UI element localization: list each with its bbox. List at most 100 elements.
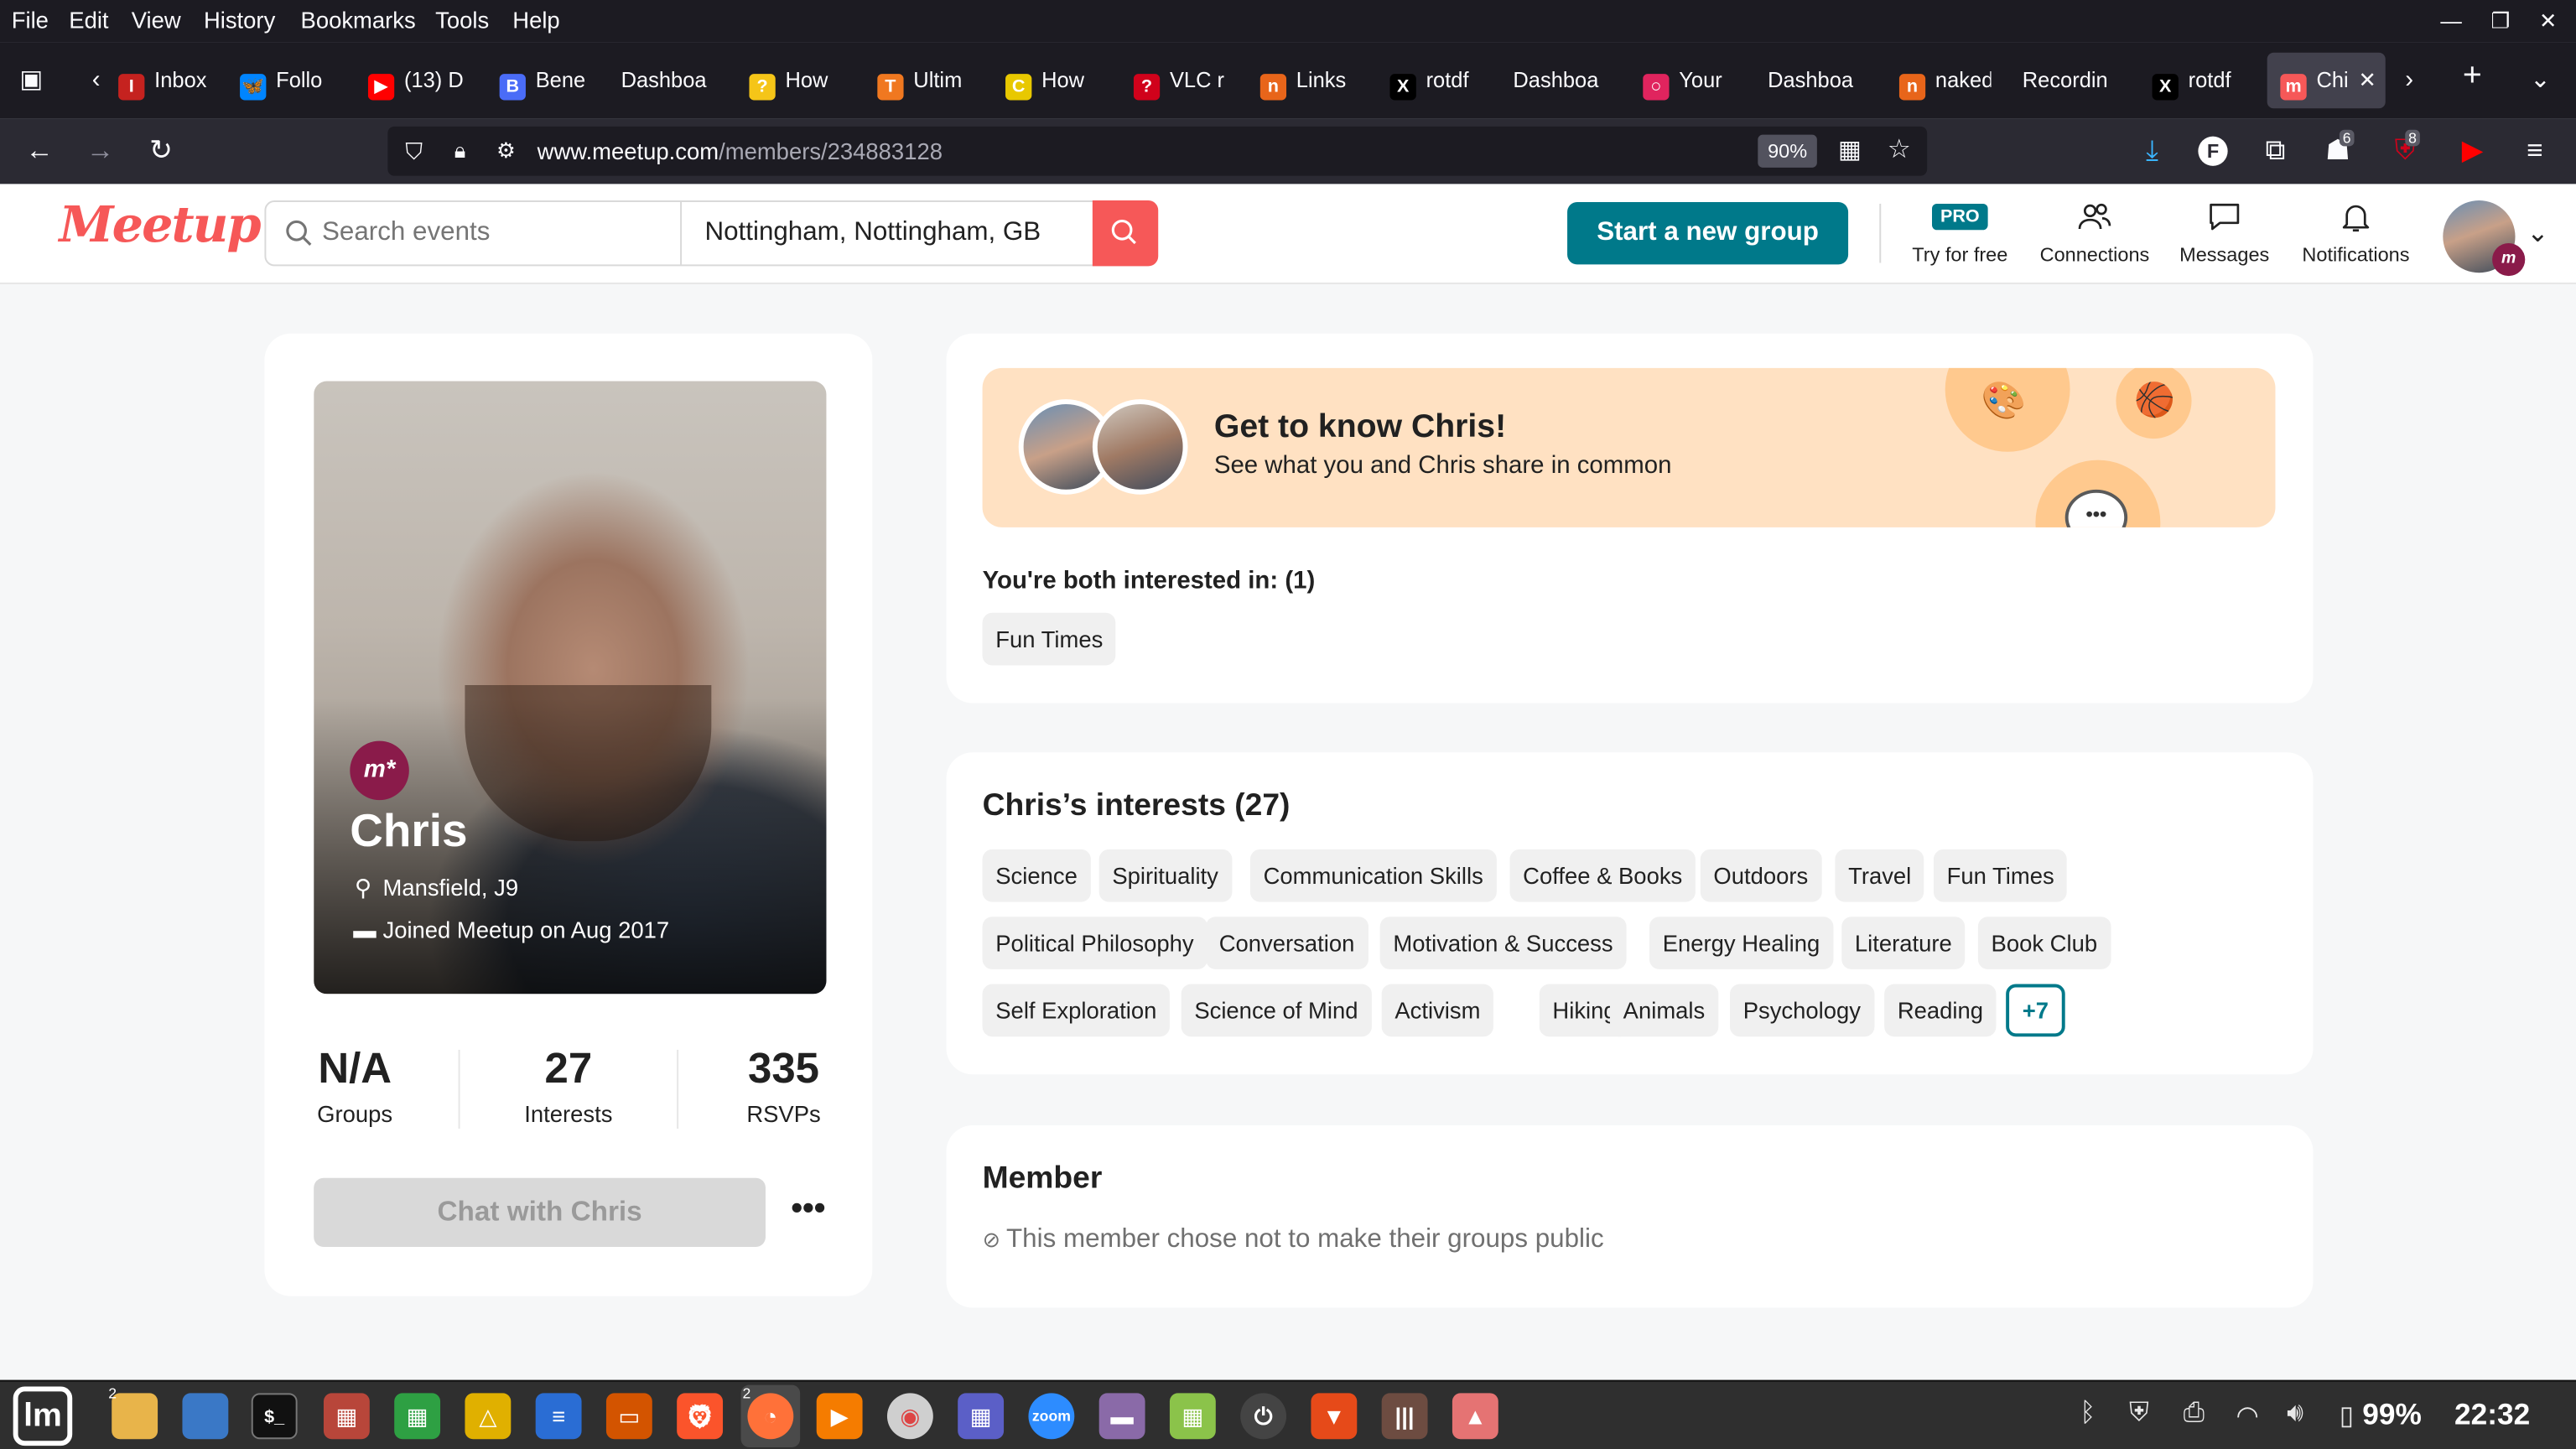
interest-chip[interactable]: Science of Mind bbox=[1181, 984, 1372, 1037]
browser-tab[interactable]: n naked bbox=[1898, 53, 1992, 109]
firefox-icon[interactable]: ◔ bbox=[747, 1393, 794, 1440]
maximize-icon[interactable]: ❐ bbox=[2487, 8, 2513, 34]
menu-file[interactable]: File bbox=[12, 7, 49, 33]
browser-tab[interactable]: B Bene bbox=[499, 53, 592, 109]
browser-tab[interactable]: Dashboa bbox=[1513, 53, 1612, 109]
menu-view[interactable]: View bbox=[132, 7, 181, 33]
interest-chip[interactable]: Animals bbox=[1610, 984, 1718, 1037]
qr-code-icon[interactable]: ▦ bbox=[1833, 135, 1866, 168]
library-icon[interactable]: ||| bbox=[1381, 1393, 1428, 1440]
brave-browser-icon[interactable]: 🦁︎ bbox=[677, 1393, 724, 1440]
menu-help[interactable]: Help bbox=[512, 7, 559, 33]
interest-chip[interactable]: Psychology bbox=[1730, 984, 1874, 1037]
permissions-icon[interactable]: ⚙ bbox=[490, 135, 522, 168]
spreadsheet-alt-icon[interactable]: ▦ bbox=[1169, 1393, 1216, 1440]
interest-chip[interactable]: Activism bbox=[1381, 984, 1494, 1037]
lock-icon[interactable]: 🔒︎ bbox=[444, 135, 476, 168]
interest-chip[interactable]: Spirituality bbox=[1098, 849, 1232, 902]
interest-chip[interactable]: Reading bbox=[1884, 984, 1997, 1037]
files-icon[interactable] bbox=[112, 1393, 158, 1440]
minimize-icon[interactable]: — bbox=[2438, 8, 2464, 34]
url-text[interactable]: www.meetup.com/members/234883128 bbox=[538, 138, 943, 164]
browser-tab[interactable]: ? How bbox=[749, 53, 831, 109]
close-tab-icon[interactable]: ✕ bbox=[2358, 67, 2376, 91]
power-icon[interactable]: ⏻ bbox=[1240, 1393, 1287, 1440]
browser-tab[interactable]: ? VLC r bbox=[1133, 53, 1229, 109]
chrome-icon[interactable]: ◉ bbox=[886, 1393, 933, 1440]
writer-icon[interactable]: ≡ bbox=[535, 1393, 582, 1440]
extensions-icon[interactable]: ⧉ bbox=[2259, 135, 2292, 168]
browser-tab[interactable]: C How bbox=[1005, 53, 1098, 109]
start-new-group-button[interactable]: Start a new group bbox=[1567, 201, 1849, 265]
browser-tab[interactable]: Dashboa bbox=[621, 53, 720, 109]
youtube-extension-icon[interactable]: ▶ bbox=[2456, 135, 2489, 168]
browser-tab[interactable]: n Links bbox=[1259, 53, 1359, 109]
firewall-icon[interactable]: ▦ bbox=[323, 1393, 370, 1440]
interest-chip[interactable]: Outdoors bbox=[1700, 849, 1821, 902]
stat-groups[interactable]: N/A Groups bbox=[314, 1043, 396, 1127]
interest-chip[interactable]: Science bbox=[982, 849, 1091, 902]
image-viewer-icon[interactable]: ▲ bbox=[1452, 1393, 1498, 1440]
stat-rsvps[interactable]: 335 RSVPs bbox=[738, 1043, 830, 1127]
menu-bookmarks[interactable]: Bookmarks bbox=[301, 7, 416, 33]
terminal-icon[interactable]: $_ bbox=[251, 1393, 298, 1440]
new-tab-icon[interactable]: + bbox=[2463, 60, 2482, 92]
calculator-icon[interactable]: ▦ bbox=[958, 1393, 1005, 1440]
shield-icon[interactable]: ⛉ bbox=[397, 135, 430, 168]
more-options-icon[interactable]: ••• bbox=[787, 1187, 829, 1237]
shield-tray-icon[interactable]: ⛨ bbox=[2129, 1400, 2149, 1429]
volume-icon[interactable]: 🔊︎ bbox=[2287, 1400, 2303, 1429]
printer-icon[interactable]: ⎙ bbox=[2184, 1400, 2205, 1429]
browser-tab[interactable]: ▶ (13) D bbox=[367, 53, 463, 109]
user-avatar[interactable]: m bbox=[2443, 200, 2526, 277]
close-window-icon[interactable]: ✕ bbox=[2535, 8, 2561, 34]
reload-icon[interactable]: ↻ bbox=[144, 135, 177, 168]
search-input[interactable]: Search events bbox=[322, 219, 490, 248]
drawing-icon[interactable]: △ bbox=[465, 1393, 512, 1440]
search-button[interactable] bbox=[1092, 200, 1159, 267]
media-player-icon[interactable]: ▶ bbox=[816, 1393, 863, 1440]
downloads-icon[interactable]: ⤓ bbox=[2136, 135, 2168, 168]
browser-tab[interactable]: 🦋 Follo bbox=[240, 53, 341, 109]
stat-interests[interactable]: 27 Interests bbox=[504, 1043, 632, 1127]
browser-tab[interactable]: T Ultim bbox=[877, 53, 973, 109]
location-input[interactable]: Nottingham, Nottingham, GB bbox=[704, 219, 1041, 248]
zoom-app-icon[interactable]: zoom bbox=[1028, 1393, 1075, 1440]
try-pro-link[interactable]: PRO Try for free bbox=[1909, 197, 2011, 266]
tab-overview-icon[interactable]: ▣ bbox=[20, 66, 44, 93]
browser-tab[interactable]: I Inbox bbox=[118, 53, 207, 109]
show-more-interests-button[interactable]: +7 bbox=[2006, 984, 2065, 1037]
browser-tab[interactable]: Dashboa bbox=[1768, 53, 1867, 109]
browser-tab[interactable]: ○ Your bbox=[1643, 53, 1738, 109]
back-icon[interactable]: ← bbox=[23, 135, 55, 168]
interest-chip[interactable]: Conversation bbox=[1206, 917, 1368, 969]
browser-tab[interactable]: Xrotdf bbox=[2152, 53, 2245, 109]
connections-link[interactable]: Connections bbox=[2033, 197, 2155, 266]
interest-chip[interactable]: Communication Skills bbox=[1249, 849, 1497, 902]
menu-edit[interactable]: Edit bbox=[69, 7, 108, 33]
menu-tools[interactable]: Tools bbox=[435, 7, 489, 33]
menu-history[interactable]: History bbox=[204, 7, 275, 33]
hamburger-menu-icon[interactable]: ≡ bbox=[2518, 135, 2551, 168]
chat-button[interactable]: Chat with Chris bbox=[314, 1177, 766, 1248]
battery-icon[interactable]: ▯ bbox=[2340, 1400, 2354, 1432]
spreadsheet-icon[interactable]: ▦ bbox=[394, 1393, 441, 1440]
clock[interactable]: 22:32 bbox=[2454, 1398, 2530, 1432]
interest-chip[interactable]: Self Exploration bbox=[982, 984, 1171, 1037]
firefox-account-icon[interactable]: F bbox=[2198, 136, 2228, 166]
interest-chip[interactable]: Political Philosophy bbox=[982, 917, 1208, 969]
account-chevron-down-icon[interactable]: ⌄ bbox=[2527, 217, 2548, 250]
browser-tab[interactable]: m Chi ✕ bbox=[2267, 52, 2386, 109]
bookmark-star-icon[interactable]: ☆ bbox=[1883, 135, 1915, 168]
interest-chip[interactable]: Coffee & Books bbox=[1509, 849, 1696, 902]
mint-menu-icon[interactable]: lm bbox=[13, 1386, 73, 1446]
forward-icon[interactable]: → bbox=[84, 135, 117, 168]
interest-chip[interactable]: Travel bbox=[1835, 849, 1924, 902]
interest-chip[interactable]: Fun Times bbox=[1933, 849, 2068, 902]
interest-chip[interactable]: Energy Healing bbox=[1649, 917, 1833, 969]
tab-scroll-left-icon[interactable]: ‹ bbox=[92, 66, 101, 93]
presentation-icon[interactable]: ▭ bbox=[605, 1393, 652, 1440]
bluetooth-icon[interactable]: ᛒ bbox=[2080, 1400, 2096, 1429]
wifi-icon[interactable]: ◠ bbox=[2236, 1400, 2258, 1432]
tab-list-chevron-icon[interactable]: ⌄ bbox=[2530, 66, 2551, 93]
